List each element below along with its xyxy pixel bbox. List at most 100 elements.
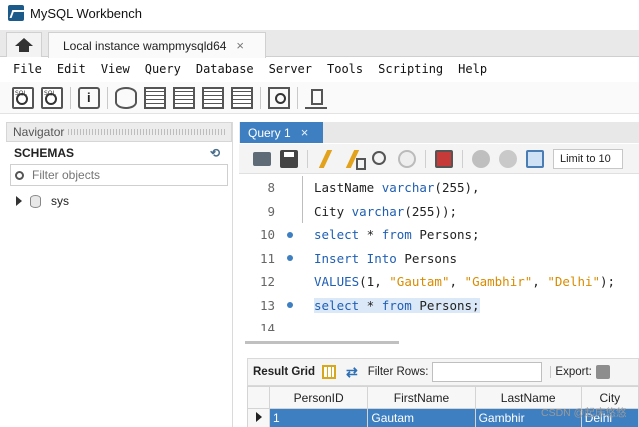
create-schema-icon[interactable] bbox=[115, 86, 137, 109]
menu-file[interactable]: File bbox=[13, 62, 42, 76]
stop-icon[interactable] bbox=[398, 149, 416, 168]
result-grid-toolbar: Result Grid ⇄ Filter Rows: Export: bbox=[247, 358, 639, 386]
line-number: 13 bbox=[259, 297, 275, 313]
fold-guide bbox=[302, 199, 303, 224]
menu-query[interactable]: Query bbox=[145, 62, 181, 76]
keyword-token: from bbox=[381, 297, 412, 313]
schemas-header: SCHEMAS ⟲ bbox=[6, 142, 232, 164]
search-table-data-icon[interactable] bbox=[268, 86, 290, 109]
code-line[interactable]: 13 select * from Persons; bbox=[239, 294, 639, 318]
toolbar-separator bbox=[107, 86, 108, 109]
keyword-token: varchar bbox=[381, 180, 435, 196]
string-token: "Gautam" bbox=[389, 274, 450, 290]
filter-rows-label: Filter Rows: bbox=[367, 366, 429, 378]
inspector-icon[interactable] bbox=[78, 86, 100, 109]
open-file-icon[interactable] bbox=[253, 151, 271, 166]
export-label: Export: bbox=[550, 366, 592, 378]
column-header-personid[interactable]: PersonID bbox=[268, 386, 369, 409]
code-token: City bbox=[314, 203, 352, 219]
code-token: , bbox=[449, 274, 465, 290]
column-header-firstname[interactable]: FirstName bbox=[367, 386, 476, 409]
explain-icon[interactable] bbox=[371, 150, 389, 168]
code-line[interactable]: 14 bbox=[239, 317, 639, 331]
create-function-icon[interactable] bbox=[231, 86, 253, 109]
menu-edit[interactable]: Edit bbox=[57, 62, 86, 76]
code-line[interactable]: 10 select * from Persons; bbox=[239, 223, 639, 247]
code-token: (1, bbox=[359, 274, 390, 290]
code-text: City varchar(255)); bbox=[314, 204, 457, 219]
home-icon bbox=[15, 38, 33, 52]
drag-handle[interactable] bbox=[68, 129, 227, 135]
cell-personid[interactable]: 1 bbox=[268, 408, 369, 427]
toolbar-separator bbox=[307, 149, 308, 168]
code-token: LastName bbox=[314, 180, 382, 196]
toolbar-separator bbox=[260, 86, 261, 109]
tab-local-instance[interactable]: Local instance wampmysqld64 × bbox=[48, 32, 266, 58]
create-table-icon[interactable] bbox=[144, 86, 166, 109]
code-line[interactable]: 11 Insert Into Persons bbox=[239, 247, 639, 271]
tab-query-1-label: Query 1 bbox=[248, 125, 291, 140]
keyword-token: from bbox=[381, 227, 412, 243]
code-line[interactable]: 12 VALUES(1, "Gautam", "Gambhir", "Delhi"… bbox=[239, 270, 639, 294]
line-number: 11 bbox=[259, 250, 275, 266]
keyword-token: varchar bbox=[351, 203, 405, 219]
refresh-icon[interactable]: ⟲ bbox=[210, 146, 220, 160]
code-line[interactable]: 9 City varchar(255)); bbox=[239, 199, 639, 224]
new-sql-tab-icon[interactable] bbox=[12, 86, 34, 109]
scrollbar-thumb[interactable] bbox=[245, 341, 399, 344]
create-view-icon[interactable] bbox=[173, 86, 195, 109]
toggle-error-stop-icon[interactable] bbox=[435, 149, 453, 168]
menu-scripting[interactable]: Scripting bbox=[378, 62, 443, 76]
execute-current-statement-icon[interactable] bbox=[344, 150, 366, 170]
row-marker[interactable] bbox=[247, 408, 270, 427]
cell-firstname[interactable]: Gautam bbox=[367, 408, 476, 427]
execute-icon[interactable] bbox=[317, 150, 335, 168]
sql-code-editor[interactable]: 8 LastName varchar(255), 9 City varchar(255… bbox=[239, 176, 639, 331]
app-title: MySQL Workbench bbox=[30, 5, 142, 21]
schemas-label: SCHEMAS bbox=[14, 146, 75, 160]
result-grid-label[interactable]: Result Grid bbox=[253, 366, 315, 378]
toolbar-separator bbox=[297, 86, 298, 109]
save-icon[interactable] bbox=[280, 149, 298, 168]
export-icon[interactable] bbox=[595, 365, 610, 379]
expand-caret-icon[interactable] bbox=[16, 196, 22, 206]
commit-icon[interactable] bbox=[472, 149, 490, 168]
editor-horizontal-scrollbar[interactable] bbox=[239, 337, 639, 349]
grid-view-icon[interactable] bbox=[321, 365, 336, 379]
auto-commit-icon[interactable] bbox=[526, 149, 544, 168]
code-line[interactable]: 8 LastName varchar(255), bbox=[239, 176, 639, 200]
code-text: Insert Into Persons bbox=[314, 251, 457, 266]
rollback-icon[interactable] bbox=[499, 149, 517, 168]
filter-rows-input[interactable] bbox=[432, 362, 543, 382]
limit-rows-select[interactable]: Limit to 10 bbox=[553, 148, 623, 169]
refresh-arrows-icon[interactable]: ⇄ bbox=[346, 364, 358, 381]
home-tab[interactable] bbox=[6, 32, 42, 57]
menu-server[interactable]: Server bbox=[269, 62, 312, 76]
menu-database[interactable]: Database bbox=[196, 62, 254, 76]
tab-query-1[interactable]: Query 1 × bbox=[240, 122, 323, 143]
menu-bar: File Edit View Query Database Server Too… bbox=[0, 58, 639, 80]
code-token: (255)); bbox=[404, 203, 458, 219]
navigator-title: Navigator bbox=[13, 125, 65, 139]
filter-objects-input[interactable] bbox=[32, 168, 202, 182]
menu-tools[interactable]: Tools bbox=[327, 62, 363, 76]
fold-guide bbox=[302, 176, 303, 200]
statement-marker-icon bbox=[287, 231, 293, 238]
filter-objects-box[interactable] bbox=[10, 164, 228, 186]
code-token: Persons bbox=[396, 250, 458, 266]
database-icon bbox=[30, 194, 41, 208]
menu-view[interactable]: View bbox=[101, 62, 130, 76]
open-sql-script-icon[interactable] bbox=[41, 86, 63, 109]
code-token: ); bbox=[600, 274, 616, 290]
schema-item-sys[interactable]: sys bbox=[6, 190, 232, 212]
create-procedure-icon[interactable] bbox=[202, 86, 224, 109]
tab-local-instance-label: Local instance wampmysqld64 bbox=[63, 38, 227, 53]
row-marker-header bbox=[247, 386, 270, 409]
menu-help[interactable]: Help bbox=[458, 62, 487, 76]
reconnect-icon[interactable] bbox=[305, 87, 327, 109]
keyword-token: select bbox=[314, 297, 360, 313]
code-token: (255), bbox=[434, 180, 480, 196]
close-icon[interactable]: × bbox=[301, 125, 309, 140]
code-token: * bbox=[359, 297, 382, 313]
close-icon[interactable]: × bbox=[236, 38, 244, 53]
